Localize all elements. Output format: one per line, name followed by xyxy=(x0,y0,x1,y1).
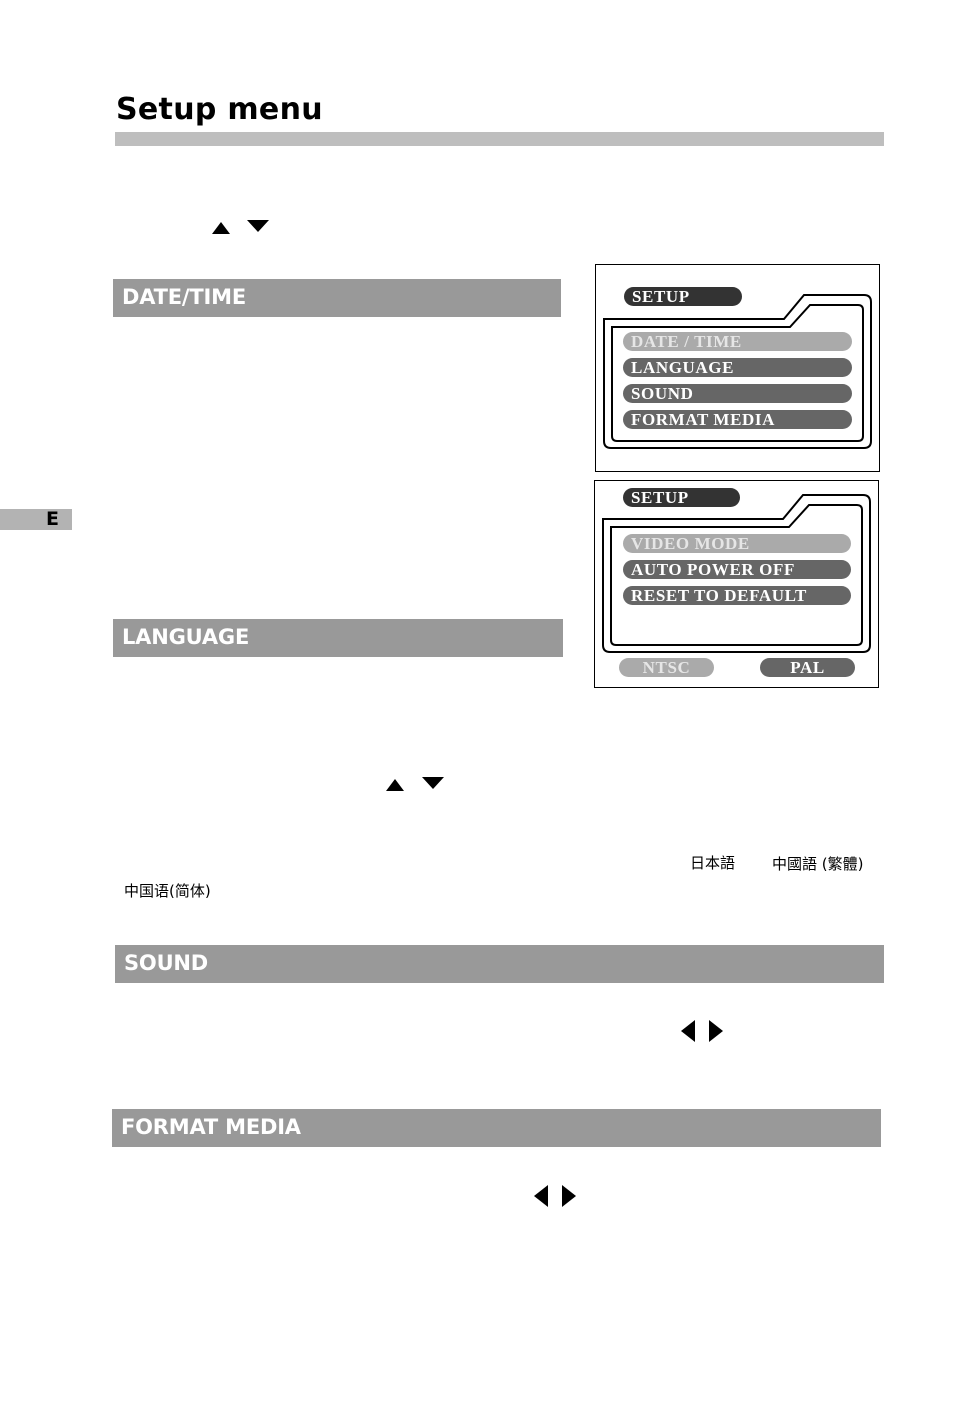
down-arrow-icon xyxy=(422,777,444,789)
section-format-media: FORMAT MEDIA xyxy=(112,1109,881,1147)
screen1-item-format-media[interactable]: FORMAT MEDIA xyxy=(623,410,852,429)
screen1-item-date-time[interactable]: DATE / TIME xyxy=(623,332,852,351)
side-tab-label: E xyxy=(46,508,59,530)
screen2-header: SETUP xyxy=(623,488,740,507)
option-ntsc[interactable]: NTSC xyxy=(619,658,714,677)
screen1-header: SETUP xyxy=(624,287,742,306)
section-format-media-title: FORMAT MEDIA xyxy=(121,1115,301,1139)
language-side-tab: E xyxy=(0,508,72,530)
left-arrow-icon xyxy=(534,1185,548,1207)
right-arrow-icon xyxy=(562,1185,576,1207)
option-pal[interactable]: PAL xyxy=(760,658,855,677)
setup-screen-2: SETUP VIDEO MODE AUTO POWER OFF RESET TO… xyxy=(594,480,879,688)
setup-screen-1: SETUP DATE / TIME LANGUAGE SOUND FORMAT … xyxy=(595,264,880,472)
section-date-time-title: DATE/TIME xyxy=(122,285,246,309)
language-option-japanese: 日本語 xyxy=(690,854,736,872)
screen2-item-auto-power-off[interactable]: AUTO POWER OFF xyxy=(623,560,851,579)
right-arrow-icon xyxy=(709,1020,723,1042)
section-language: LANGUAGE xyxy=(113,619,563,657)
screen2-item-video-mode[interactable]: VIDEO MODE xyxy=(623,534,851,553)
screen2-item-reset-to-default[interactable]: RESET TO DEFAULT xyxy=(623,586,851,605)
section-sound: SOUND xyxy=(115,945,884,983)
left-arrow-icon xyxy=(681,1020,695,1042)
page-title: Setup menu xyxy=(116,92,323,127)
language-option-chinese-simplified: 中国语(简体) xyxy=(124,882,211,900)
up-arrow-icon xyxy=(212,222,230,234)
title-rule xyxy=(115,132,884,146)
up-arrow-icon xyxy=(386,779,404,791)
screen1-item-sound[interactable]: SOUND xyxy=(623,384,852,403)
language-option-chinese-traditional: 中國語 (繁體) xyxy=(772,855,864,873)
section-sound-title: SOUND xyxy=(124,951,209,975)
folder-frame-icon xyxy=(602,494,871,653)
down-arrow-icon xyxy=(247,220,269,232)
section-date-time: DATE/TIME xyxy=(113,279,561,317)
screen1-item-language[interactable]: LANGUAGE xyxy=(623,358,852,377)
section-language-title: LANGUAGE xyxy=(122,625,250,649)
